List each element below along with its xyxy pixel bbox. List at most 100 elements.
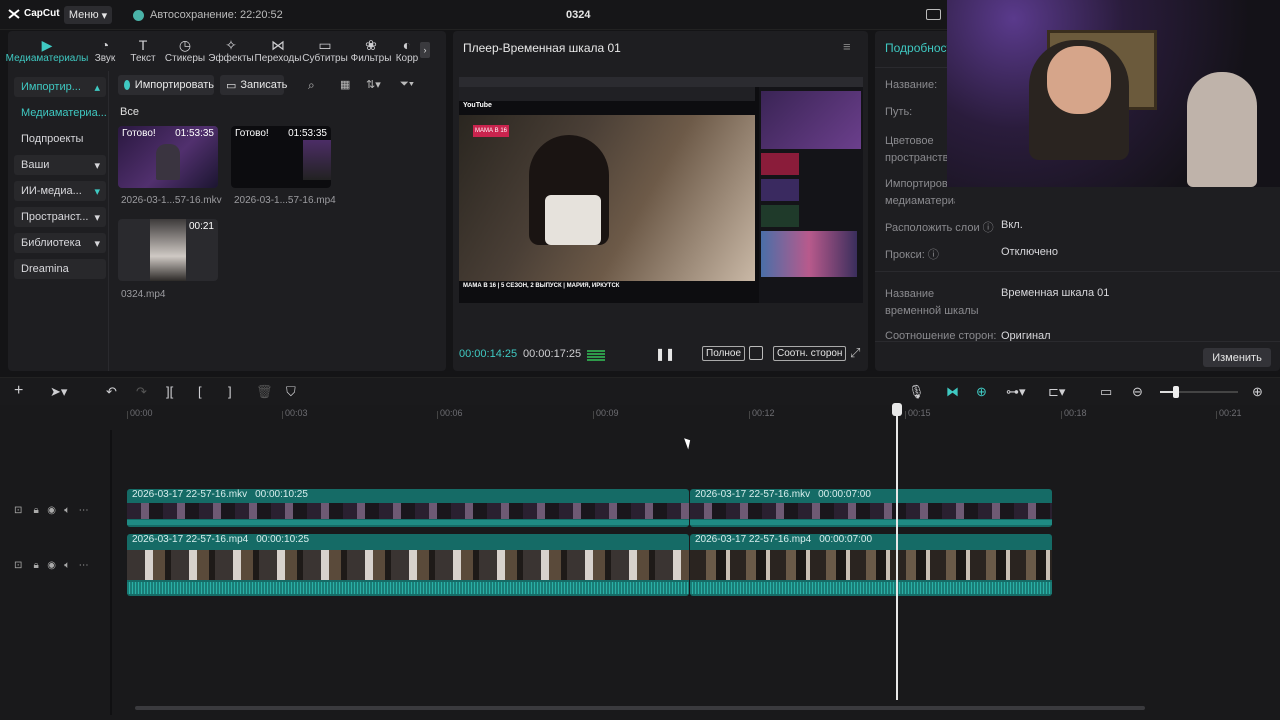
sidebar-item-dreamina[interactable]: Dreamina <box>14 259 106 279</box>
preview-axis-icon[interactable]: ⊏▾ <box>1048 384 1065 400</box>
select-tool-icon[interactable]: ➤▾ <box>50 384 67 400</box>
sidebar-item-subprojects[interactable]: Подпроекты <box>14 129 106 149</box>
shield-icon[interactable]: ⛉ <box>286 384 296 400</box>
clip-filmstrip <box>127 550 689 580</box>
ruler-label: 00:12 <box>752 408 775 418</box>
menu-icon[interactable]: ≡ <box>843 39 851 54</box>
player-title: Плеер-Временная шкала 01 <box>463 41 621 55</box>
youtube-logo: YouTube <box>463 102 492 109</box>
redo-icon[interactable]: ↷ <box>136 384 147 400</box>
timeline-clip[interactable]: 2026-03-17 22-57-16.mkv 00:00:07:00 <box>690 489 1052 527</box>
tab-stickers[interactable]: ◷ Стикеры <box>162 32 208 68</box>
track-1-controls: ⊡ 🔒︎ ◉ 🔈︎ ⋯ <box>14 505 89 516</box>
tab-media[interactable]: ▶ Медиаматериалы <box>6 32 89 68</box>
timeline-clip[interactable]: 2026-03-17 22-57-16.mp4 00:00:10:25 <box>127 534 689 596</box>
trim-left-icon[interactable]: [ <box>198 384 202 399</box>
tab-filters[interactable]: ❀ Фильтры <box>348 32 394 68</box>
video-preview[interactable]: YouTube МАМА В 16 МАМА В 16 | 5 СЕЗОН, 2… <box>459 77 863 303</box>
tab-label: Эффекты <box>208 52 254 64</box>
add-icon[interactable]: + <box>14 382 23 400</box>
more-icon[interactable]: ⋯ <box>79 505 89 516</box>
sidebar-item-library[interactable]: Библиотека ▾ <box>14 233 106 253</box>
thumbnail-image <box>150 219 186 281</box>
link-track-icon[interactable]: ⧓ <box>946 384 959 400</box>
split-icon[interactable]: ][ <box>166 384 173 399</box>
sidebar-item-media[interactable]: Медиаматериа... <box>14 103 107 123</box>
project-title: 0324 <box>566 9 591 21</box>
playhead[interactable] <box>896 404 898 700</box>
time-ruler[interactable]: 00:00 00:03 00:06 00:09 00:12 00:15 00:1… <box>0 405 1280 421</box>
eye-icon[interactable]: ◉ <box>47 505 56 516</box>
search-icon[interactable]: ⌕ <box>308 78 315 93</box>
track-header-divider <box>110 430 112 715</box>
magnet-icon[interactable]: ⊕ <box>976 384 987 400</box>
check-icon <box>133 9 144 21</box>
chevron-right-icon[interactable]: › <box>420 42 430 58</box>
pause-icon[interactable]: ❚❚ <box>655 347 675 361</box>
media-item-name: 2026-03-1...57-16.mkv <box>121 195 222 206</box>
layout-icon[interactable] <box>926 9 941 20</box>
sidebar-label: Dreamina <box>21 263 69 275</box>
media-panel: ▶ Медиаматериалы ◔ Звук T Текст ◷ Стикеры ✧ Э… <box>6 31 446 371</box>
media-item[interactable]: Готово! 01:53:35 <box>231 126 331 188</box>
sidebar-item-ai-media[interactable]: ИИ-медиа... ▾ <box>14 181 106 201</box>
delete-icon[interactable]: 🗑 <box>256 384 273 400</box>
logo-text: CapCut <box>24 8 60 19</box>
chevron-down-icon: ▾ <box>94 185 100 198</box>
snapshot-icon[interactable] <box>749 346 763 360</box>
screen-icon[interactable]: ▭ <box>1100 384 1112 400</box>
player-panel: Плеер-Временная шкала 01 ≡ YouTube МАМА … <box>453 31 868 371</box>
ruler-label: 00:03 <box>285 408 308 418</box>
autosave-status: Автосохранение: 22:20:52 <box>133 9 283 21</box>
undo-icon[interactable]: ↶ <box>106 384 117 400</box>
trim-right-icon[interactable]: ] <box>228 384 232 399</box>
record-button[interactable]: ▭ Записать <box>220 75 287 95</box>
media-item[interactable]: 00:21 <box>118 219 218 281</box>
cover-icon[interactable]: ⊡ <box>14 560 22 571</box>
menu-button[interactable]: Меню ▾ <box>64 6 112 24</box>
media-item[interactable]: Готово! 01:53:35 <box>118 126 218 188</box>
info-icon[interactable]: ⓘ <box>983 222 994 234</box>
track-2-controls: ⊡ 🔒︎ ◉ 🔈︎ ⋯ <box>14 560 89 571</box>
clip-name: 2026-03-17 22-57-16.mp4 <box>132 534 249 545</box>
info-icon[interactable]: ⓘ <box>928 249 939 261</box>
zoom-out-icon[interactable]: ⊖ <box>1132 384 1143 400</box>
volume-icon[interactable]: 🔈︎ <box>64 505 70 516</box>
eye-icon[interactable]: ◉ <box>47 560 56 571</box>
sort-icon[interactable]: ⇅▾ <box>366 78 381 91</box>
fullscreen-icon[interactable]: ⤢ <box>850 345 860 361</box>
sidebar-item-import[interactable]: Импортир... ▴ <box>14 77 106 97</box>
tab-audio[interactable]: ◔ Звук <box>86 32 124 68</box>
capcut-logo: CapCut <box>8 8 60 19</box>
microphone-icon[interactable]: 🎙 <box>908 384 925 400</box>
tab-transitions[interactable]: ⋈ Переходы <box>254 32 302 68</box>
filter-icon[interactable]: ⏷▾ <box>400 78 414 91</box>
detail-value: Отключено <box>1001 246 1058 258</box>
change-button[interactable]: Изменить <box>1203 348 1271 367</box>
tab-effects[interactable]: ✧ Эффекты <box>208 32 254 68</box>
cover-icon[interactable]: ⊡ <box>14 505 22 516</box>
tab-adjust[interactable]: ◐ Корр <box>394 32 420 68</box>
sidebar-label: Подпроекты <box>21 133 84 145</box>
lock-icon[interactable]: 🔒︎ <box>34 560 39 571</box>
horizontal-scrollbar[interactable] <box>135 706 1145 710</box>
playhead-handle[interactable] <box>892 403 902 416</box>
grid-view-icon[interactable]: ▦ <box>340 78 350 91</box>
tab-subtitles[interactable]: ▭ Субтитры <box>302 32 348 68</box>
timeline-clip[interactable]: 2026-03-17 22-57-16.mp4 00:00:07:00 <box>690 534 1052 596</box>
tab-text[interactable]: T Текст <box>124 32 162 68</box>
lock-icon[interactable]: 🔒︎ <box>34 505 39 516</box>
fullscreen-quality-button[interactable]: Полное <box>702 346 746 361</box>
sidebar-item-yours[interactable]: Ваши ▾ <box>14 155 106 175</box>
link-icon[interactable]: ⊶▾ <box>1006 384 1026 400</box>
more-icon[interactable]: ⋯ <box>79 560 89 571</box>
aspect-ratio-button[interactable]: Соотн. сторон <box>773 346 847 361</box>
volume-icon[interactable]: 🔈︎ <box>64 560 70 571</box>
zoom-in-icon[interactable]: ⊕ <box>1252 384 1263 400</box>
detail-label-proxy: Прокси: ⓘ <box>885 246 939 262</box>
import-button[interactable]: Импортировать <box>118 75 214 95</box>
zoom-slider-handle[interactable] <box>1173 386 1179 398</box>
sidebar-item-spaces[interactable]: Пространст... ▾ <box>14 207 106 227</box>
timeline-clip[interactable]: 2026-03-17 22-57-16.mkv 00:00:10:25 <box>127 489 689 527</box>
media-item-name: 0324.mp4 <box>121 289 166 300</box>
